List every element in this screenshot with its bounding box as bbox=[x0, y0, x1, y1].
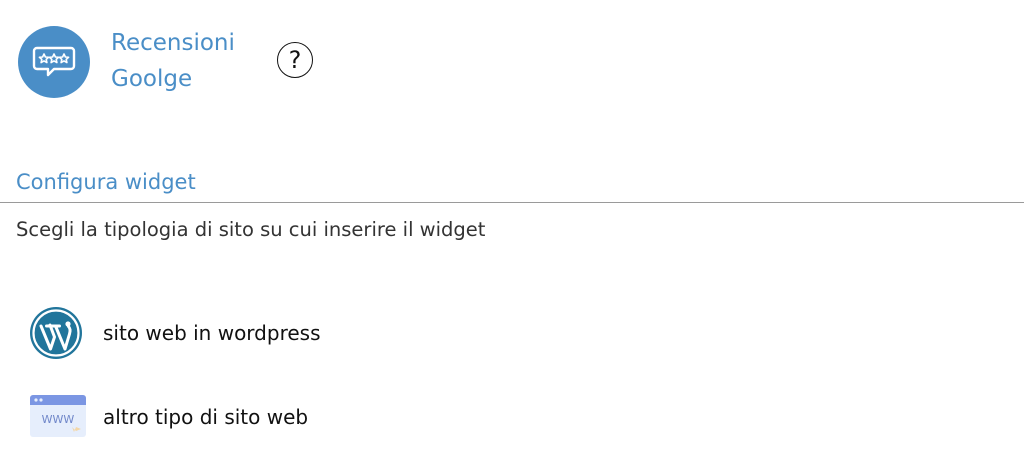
section-title: Configura widget bbox=[16, 170, 196, 194]
www-browser-icon: WWW bbox=[28, 388, 88, 446]
option-other-website-label: altro tipo di sito web bbox=[103, 405, 309, 429]
wordpress-icon bbox=[28, 304, 88, 362]
app-title: Recensioni Goolge bbox=[111, 30, 235, 92]
option-wordpress-label: sito web in wordpress bbox=[103, 321, 321, 345]
help-button[interactable]: ? bbox=[277, 42, 313, 78]
option-wordpress[interactable]: sito web in wordpress bbox=[28, 304, 321, 362]
widget-config-page: Recensioni Goolge ? Configura widget Sce… bbox=[0, 0, 1024, 466]
app-header: Recensioni Goolge ? bbox=[18, 26, 313, 98]
section-divider bbox=[0, 202, 1024, 203]
section-description: Scegli la tipologia di sito su cui inser… bbox=[16, 218, 486, 241]
review-stars-chat-icon bbox=[18, 26, 90, 98]
question-circle-icon: ? bbox=[288, 46, 302, 74]
svg-text:WWW: WWW bbox=[42, 413, 75, 426]
option-other-website[interactable]: WWW altro tipo di sito web bbox=[28, 388, 308, 446]
